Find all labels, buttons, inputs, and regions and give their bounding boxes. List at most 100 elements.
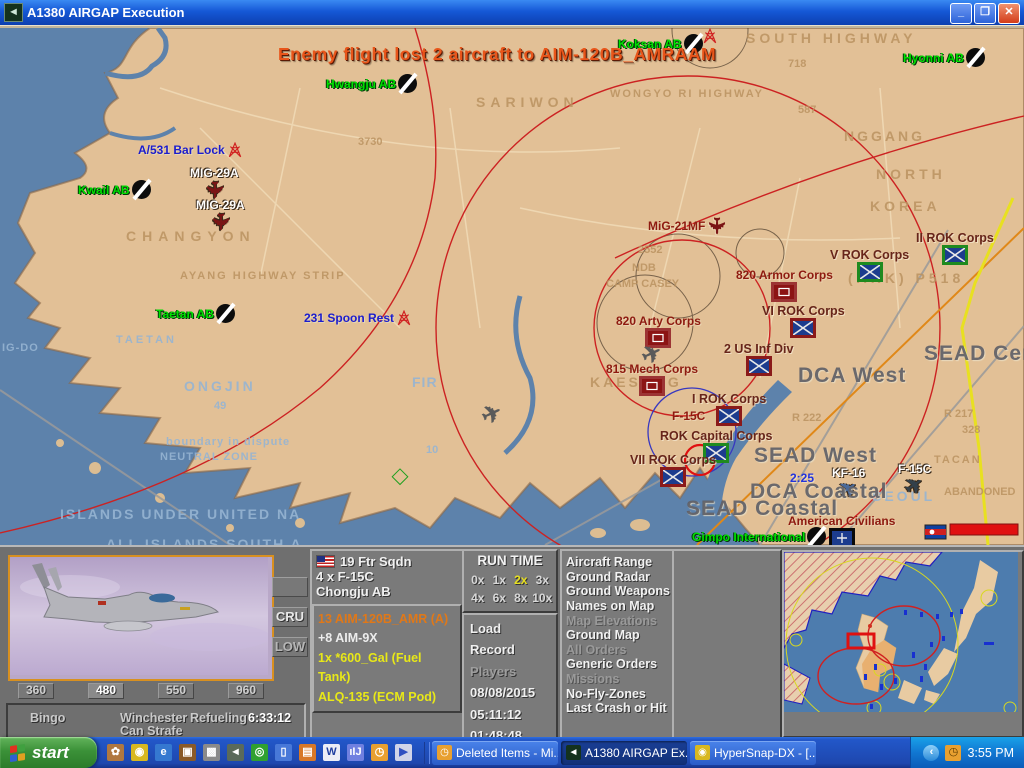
speed-button-480[interactable]: 480 [88, 683, 124, 699]
label-hyonni-ab[interactable]: Hyonni AB [903, 48, 985, 67]
map-view[interactable]: Enemy flight lost 2 aircraft to AIM-120B… [0, 28, 1024, 545]
paint-icon[interactable]: ✿ [107, 744, 124, 761]
speed-button-960[interactable]: 960 [228, 683, 264, 699]
runtime-players-button[interactable]: Players [470, 661, 550, 682]
time-compression-6x[interactable]: 6x [489, 589, 511, 607]
label-vii-rok-corps[interactable]: VII ROK Corps [630, 453, 716, 487]
word-icon[interactable]: W [323, 744, 340, 761]
close-button[interactable]: ✕ [998, 3, 1020, 24]
label-a531-bar-lock-text: A/531 Bar Lock [138, 143, 225, 157]
option-missions[interactable]: Missions [566, 672, 674, 687]
option-ground-radar[interactable]: Ground Radar [566, 570, 674, 585]
option-names-on-map[interactable]: Names on Map [566, 599, 674, 614]
option-ground-map[interactable]: Ground Map [566, 628, 674, 643]
task-button-icon: ◄ [566, 745, 581, 760]
option-map-elevations[interactable]: Map Elevations [566, 614, 674, 629]
task-button-1[interactable]: ◄A1380 AIRGAP Ex... [561, 741, 687, 765]
option-generic-orders[interactable]: Generic Orders [566, 657, 674, 672]
altitude-button-cru[interactable]: CRU [272, 607, 308, 627]
altitude-button-low[interactable]: LOW [272, 637, 308, 657]
time-compression-3x[interactable]: 3x [532, 571, 554, 589]
label-rok-capital-corps-text: ROK Capital Corps [660, 429, 773, 443]
speed-button-550[interactable]: 550 [158, 683, 194, 699]
chart-text: KOREA [870, 198, 941, 214]
label-f15c-2[interactable]: F-15C✈ [898, 462, 931, 496]
title-bar[interactable]: ◄ A1380 AIRGAP Execution _ ❐ ✕ [0, 0, 1024, 25]
runtime-clock: 05:11:12 [470, 704, 550, 725]
task-button-2[interactable]: ◉HyperSnap-DX - [... [690, 741, 816, 765]
option-aircraft-range[interactable]: Aircraft Range [566, 555, 674, 570]
friendly-unit-icon [790, 318, 816, 338]
runtime-load-button[interactable]: Load [470, 618, 550, 639]
runtime-date: 08/08/2015 [470, 682, 550, 703]
frontpage-icon[interactable]: ıIJ [347, 744, 364, 761]
drive-icon[interactable]: ▯ [275, 744, 292, 761]
tray-chevron-icon[interactable]: ‹ [923, 745, 939, 761]
option-ground-weapons[interactable]: Ground Weapons [566, 584, 674, 599]
speed-button-360[interactable]: 360 [18, 683, 54, 699]
label-gimpo-international[interactable]: Gimpo International [692, 527, 826, 545]
loadout-item[interactable]: 13 AIM-120B_AMR (A) [318, 610, 456, 629]
label-taetan-ab-text: Taetan AB [156, 307, 214, 321]
radar-icon [702, 28, 718, 44]
option-last-crash-or-hit[interactable]: Last Crash or Hit [566, 701, 674, 716]
label-820-arty-corps[interactable]: 820 Arty Corps [616, 314, 701, 348]
label-a531-bar-lock[interactable]: A/531 Bar Lock [138, 142, 243, 158]
time-compression-2x[interactable]: 2x [510, 571, 532, 589]
loadout-item[interactable]: ALQ-135 (ECM Pod) [318, 688, 456, 707]
map-options-menu: Aircraft RangeGround RadarGround Weapons… [560, 549, 680, 747]
media-icon[interactable]: ◎ [251, 744, 268, 761]
chart-text: ONGJIN [184, 378, 256, 394]
status-can-strafe: Can Strafe [120, 724, 183, 738]
chart-text: NGGANG [844, 128, 925, 144]
label-taetan-ab[interactable]: Taetan AB [156, 304, 235, 323]
label-kwail-ab[interactable]: Kwail AB [78, 180, 151, 199]
label-mig21mf[interactable]: MiG-21MF✈ [648, 216, 726, 236]
helicopter-2[interactable]: ✈ [642, 344, 662, 366]
label-vi-rok-corps[interactable]: VI ROK Corps [762, 304, 845, 338]
helicopter-1[interactable]: ✈ [482, 404, 502, 426]
option-all-orders[interactable]: All Orders [566, 643, 674, 658]
minimize-button[interactable]: _ [950, 3, 972, 24]
chart-text: TACAN [934, 454, 982, 466]
runtime-record-button[interactable]: Record [470, 639, 550, 660]
chart-text: 2552 [638, 244, 662, 256]
time-compression-8x[interactable]: 8x [510, 589, 532, 607]
loadout-item[interactable]: +8 AIM-9X [318, 629, 456, 648]
label-ii-rok-corps[interactable]: II ROK Corps [916, 231, 994, 265]
loadout-item[interactable]: 1x *600_Gal (Fuel Tank) [318, 649, 456, 688]
task-button-0[interactable]: ◷Deleted Items - Mi... [432, 741, 558, 765]
option-no-fly-zones[interactable]: No-Fly-Zones [566, 687, 674, 702]
label-820-armor-corps[interactable]: 820 Armor Corps [736, 268, 833, 302]
time-compression-0x[interactable]: 0x [467, 571, 489, 589]
hypersnap-icon[interactable]: ◉ [131, 744, 148, 761]
media-player-icon[interactable]: ▶ [395, 744, 412, 761]
time-compression-4x[interactable]: 4x [467, 589, 489, 607]
internet-explorer-icon[interactable]: e [155, 744, 172, 761]
label-mig29-1[interactable]: MIG-29A✈ [190, 166, 239, 200]
start-button[interactable]: start [0, 737, 97, 768]
show-desktop-icon[interactable]: ▩ [203, 744, 220, 761]
back-arrow-icon[interactable]: ◄ [227, 744, 244, 761]
package-icon[interactable]: ▣ [179, 744, 196, 761]
blank-button[interactable] [272, 577, 308, 597]
chart-text: ABANDONED [944, 486, 1016, 498]
time-compression-1x[interactable]: 1x [489, 571, 511, 589]
restore-button[interactable]: ❐ [974, 3, 996, 24]
label-2-us-inf-div[interactable]: 2 US Inf Div [724, 342, 793, 376]
chart-text: FIR [412, 374, 438, 390]
label-v-rok-corps[interactable]: V ROK Corps [830, 248, 909, 282]
label-hwangju-ab[interactable]: Hwangju AB [326, 74, 417, 93]
empty-panel [672, 549, 782, 739]
time-compression-10x[interactable]: 10x [532, 589, 554, 607]
minimap[interactable] [782, 550, 1024, 738]
label-vi-rok-corps-text: VI ROK Corps [762, 304, 845, 318]
label-f15c-selected[interactable]: F-15C [672, 409, 705, 423]
outlook-express-icon[interactable]: ▤ [299, 744, 316, 761]
tray-clock-icon[interactable]: ◷ [945, 745, 961, 761]
radar-site-top[interactable] [702, 28, 718, 44]
label-mig29-2[interactable]: MIG-29A✈ [196, 198, 245, 232]
aircraft-3d-view [10, 557, 268, 675]
label-spoon-rest[interactable]: 231 Spoon Rest [304, 310, 412, 326]
clock-icon[interactable]: ◷ [371, 744, 388, 761]
